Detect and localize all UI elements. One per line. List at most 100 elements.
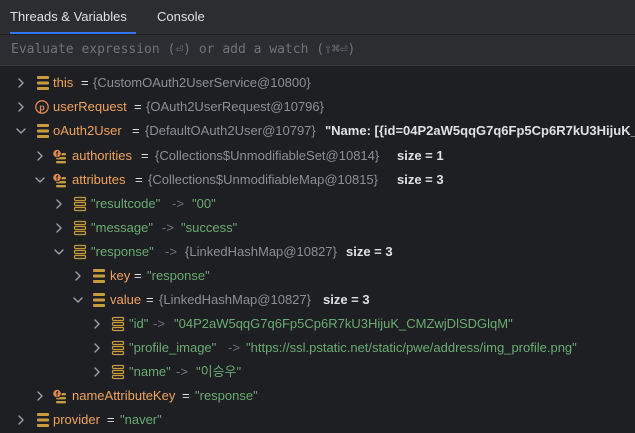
expand-arrow-icon[interactable] xyxy=(53,222,65,234)
map-key: "name" xyxy=(129,364,171,379)
collapse-arrow-icon[interactable] xyxy=(15,125,27,137)
field-icon xyxy=(37,124,49,138)
field-icon xyxy=(37,76,49,90)
equals-sign: = xyxy=(135,172,143,187)
lambda-field-icon xyxy=(52,148,67,164)
equals-sign: = xyxy=(182,388,190,403)
equals-sign: = xyxy=(146,292,154,307)
tree-row-message[interactable]: "message" -> "success" xyxy=(0,216,635,240)
variable-name: authorities xyxy=(72,148,132,163)
variable-name: this xyxy=(53,75,74,90)
tree-row-userrequest[interactable]: userRequest = {OAuth2UserRequest@10796} xyxy=(0,95,635,119)
map-entry-icon xyxy=(73,196,87,212)
tab-threads-variables[interactable]: Threads & Variables xyxy=(10,0,136,34)
variable-value: {Collections$UnmodifiableMap@10815} xyxy=(148,172,379,187)
equals-sign: = xyxy=(141,148,149,163)
variable-value: {OAuth2UserRequest@10796} xyxy=(146,99,324,114)
tree-row-authorities[interactable]: authorities = {Collections$UnmodifiableS… xyxy=(0,144,635,168)
size-label: size = 3 xyxy=(397,172,444,187)
tree-row-id[interactable]: "id" -> "04P2aW5qqG7q6Fp5Cp6R7kU3HijuK_C… xyxy=(0,312,635,336)
map-key: "profile_image" xyxy=(129,340,217,355)
expand-arrow-icon[interactable] xyxy=(34,390,46,402)
size-label: size = 3 xyxy=(323,292,370,307)
map-arrow: -> xyxy=(172,196,184,211)
collapse-arrow-icon[interactable] xyxy=(34,174,46,186)
map-entry-icon xyxy=(111,316,125,332)
map-key: "response" xyxy=(91,244,154,259)
variable-name: oAuth2User xyxy=(53,123,122,138)
expand-arrow-icon[interactable] xyxy=(72,270,84,282)
debug-tab-bar: Threads & Variables Console xyxy=(0,0,635,35)
map-entry-icon xyxy=(111,340,125,356)
tree-row-oauth2user[interactable]: oAuth2User = {DefaultOAuth2User@10797} "… xyxy=(0,119,635,143)
tree-row-key[interactable]: key = "response" xyxy=(0,264,635,288)
field-icon xyxy=(93,293,105,307)
variable-value: {CustomOAuth2UserService@10800} xyxy=(93,75,311,90)
parameter-icon xyxy=(35,100,49,114)
tree-row-this[interactable]: this = {CustomOAuth2UserService@10800} xyxy=(0,71,635,95)
expand-arrow-icon[interactable] xyxy=(91,366,103,378)
expand-arrow-icon[interactable] xyxy=(34,150,46,162)
map-value: "success" xyxy=(181,220,238,235)
lambda-field-icon xyxy=(52,388,67,404)
expand-arrow-icon[interactable] xyxy=(53,198,65,210)
evaluate-expression-bar xyxy=(0,35,635,66)
tree-row-profile-image[interactable]: "profile_image" -> "https://ssl.pstatic.… xyxy=(0,336,635,360)
expand-arrow-icon[interactable] xyxy=(91,318,103,330)
map-value: "00" xyxy=(192,196,216,211)
equals-sign: = xyxy=(81,75,89,90)
variable-name: provider xyxy=(53,412,100,427)
variable-name: attributes xyxy=(72,172,126,187)
equals-sign: = xyxy=(134,268,142,283)
tree-row-nameattributekey[interactable]: nameAttributeKey = "response" xyxy=(0,384,635,408)
variable-value: {DefaultOAuth2User@10797} xyxy=(145,123,316,138)
field-icon xyxy=(37,413,49,427)
variable-value: "response" xyxy=(147,268,210,283)
variable-name: value xyxy=(110,292,142,307)
variable-value: {LinkedHashMap@10827} xyxy=(159,292,311,307)
map-value: "https://ssl.pstatic.net/static/pwe/addr… xyxy=(246,340,577,355)
equals-sign: = xyxy=(134,99,142,114)
map-value: "이승우" xyxy=(196,364,242,379)
collapse-arrow-icon[interactable] xyxy=(53,246,65,258)
size-label: size = 1 xyxy=(397,148,444,163)
tree-row-response[interactable]: "response" -> {LinkedHashMap@10827} size… xyxy=(0,240,635,264)
tree-row-attributes[interactable]: attributes = {Collections$UnmodifiableMa… xyxy=(0,168,635,192)
map-arrow: -> xyxy=(165,244,177,259)
value-preview: "Name: [{id=04P2aW5qqG7q6Fp5Cp6R7kU3Hiju… xyxy=(325,123,635,138)
map-entry-icon xyxy=(73,244,87,260)
evaluate-expression-input[interactable] xyxy=(11,35,621,65)
variable-value: "response" xyxy=(195,388,258,403)
map-arrow: -> xyxy=(176,364,188,379)
size-label: size = 3 xyxy=(346,244,393,259)
map-key: "message" xyxy=(91,220,153,235)
tree-row-provider[interactable]: provider = "naver" xyxy=(0,408,635,432)
equals-sign: = xyxy=(132,123,140,138)
lambda-field-icon xyxy=(52,172,67,188)
variable-name: userRequest xyxy=(53,99,127,114)
variable-name: key xyxy=(110,268,131,283)
map-key: "id" xyxy=(129,316,149,331)
equals-sign: = xyxy=(107,412,115,427)
map-key: "resultcode" xyxy=(91,196,161,211)
expand-arrow-icon[interactable] xyxy=(15,101,27,113)
expand-arrow-icon[interactable] xyxy=(15,77,27,89)
map-arrow: -> xyxy=(153,316,165,331)
map-arrow: -> xyxy=(228,340,240,355)
map-arrow: -> xyxy=(162,220,174,235)
tree-row-name[interactable]: "name" -> "이승우" xyxy=(0,360,635,384)
expand-arrow-icon[interactable] xyxy=(15,414,27,426)
expand-arrow-icon[interactable] xyxy=(91,342,103,354)
map-entry-icon xyxy=(111,364,125,380)
tree-row-resultcode[interactable]: "resultcode" -> "00" xyxy=(0,192,635,216)
field-icon xyxy=(93,269,105,283)
variable-value: {Collections$UnmodifiableSet@10814} xyxy=(155,148,380,163)
collapse-arrow-icon[interactable] xyxy=(72,294,84,306)
tree-row-value[interactable]: value = {LinkedHashMap@10827} size = 3 xyxy=(0,288,635,312)
map-value: "04P2aW5qqG7q6Fp5Cp6R7kU3HijuK_CMZwjDlSD… xyxy=(174,316,513,331)
map-value: {LinkedHashMap@10827} xyxy=(185,244,337,259)
variable-value: "naver" xyxy=(120,412,162,427)
tab-console[interactable]: Console xyxy=(157,0,213,34)
variable-name: nameAttributeKey xyxy=(72,388,176,403)
map-entry-icon xyxy=(73,220,87,236)
